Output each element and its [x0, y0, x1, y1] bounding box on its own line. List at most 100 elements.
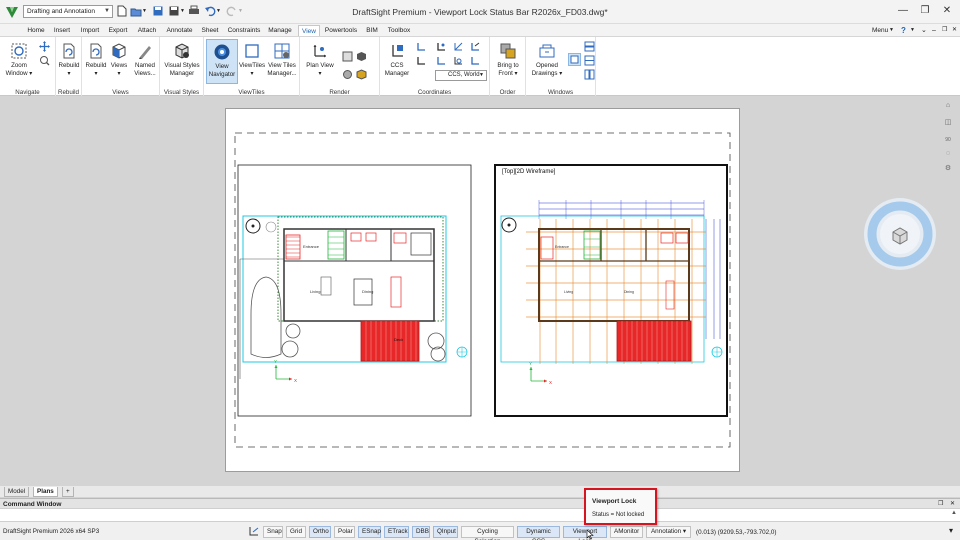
view-orbit-icon[interactable]: ◌: [942, 150, 954, 162]
open-file-icon[interactable]: [130, 5, 142, 17]
drawing-canvas[interactable]: Entrance Living Dining Deck X Y [Top][2D…: [0, 96, 960, 486]
status-snap-button[interactable]: Snap: [263, 526, 283, 538]
zoom-realtime-icon[interactable]: [39, 55, 50, 66]
plan-view-button[interactable]: Plan View ▾: [303, 39, 337, 77]
view-tiles-manager-button[interactable]: View Tiles Manager...: [266, 39, 298, 77]
command-window-float-icon[interactable]: ❐: [938, 500, 943, 507]
minimize-icon[interactable]: —: [896, 4, 910, 18]
tab-bim[interactable]: BIM: [362, 25, 382, 36]
undo-icon[interactable]: [204, 5, 216, 17]
command-scroll-icon[interactable]: ▲: [951, 510, 957, 516]
viewport-left[interactable]: [237, 164, 472, 417]
workspace-select[interactable]: Drafting and Annotation ▼: [23, 5, 113, 18]
pan-icon[interactable]: [39, 41, 50, 52]
status-viewport-lock-button[interactable]: Viewport Lock: [563, 526, 607, 540]
views-button[interactable]: Views ▾: [108, 39, 130, 77]
ccs-icon-5[interactable]: [416, 55, 427, 66]
tab-import[interactable]: Import: [77, 25, 103, 36]
visual-styles-manager-button[interactable]: Visual Styles Manager: [162, 39, 202, 77]
menu-chevron-icon[interactable]: ▼: [889, 25, 894, 36]
status-esnap-button[interactable]: ESnap: [358, 526, 381, 538]
view-settings-icon[interactable]: ⚙: [942, 164, 954, 176]
help-icon[interactable]: ?: [901, 25, 906, 36]
tab-attach[interactable]: Attach: [134, 25, 160, 36]
status-bar-menu-icon[interactable]: ▾: [949, 526, 953, 535]
tile-horizontal-icon[interactable]: [584, 41, 595, 52]
tab-annotate[interactable]: Annotate: [163, 25, 196, 36]
collapse-ribbon-icon[interactable]: ⌄: [921, 25, 927, 36]
ccs-manager-button[interactable]: CCS Manager: [382, 39, 412, 77]
status-dbb-button[interactable]: DBB: [412, 526, 430, 538]
add-layout-button[interactable]: +: [62, 487, 74, 497]
tab-export[interactable]: Export: [105, 25, 131, 36]
zoom-window-button[interactable]: Zoom Window ▾: [4, 39, 34, 77]
doc-minimize-icon[interactable]: –: [932, 25, 936, 36]
tab-home[interactable]: Home: [24, 25, 48, 36]
paper-sheet[interactable]: Entrance Living Dining Deck X Y [Top][2D…: [225, 108, 740, 472]
status-annotation-button[interactable]: Annotation ▾: [646, 526, 691, 538]
view-navigator-button[interactable]: View Navigator: [206, 39, 238, 84]
close-icon[interactable]: ✕: [940, 4, 954, 18]
ccs-toggle-icon[interactable]: [248, 526, 259, 537]
tab-constraints[interactable]: Constraints: [225, 25, 263, 36]
save-as-icon[interactable]: [168, 5, 180, 17]
viewport-right[interactable]: [494, 164, 728, 417]
command-window-close-icon[interactable]: ✕: [950, 500, 955, 507]
status-qinput-button[interactable]: QInput: [433, 526, 458, 538]
save-icon[interactable]: [152, 5, 164, 17]
render-style-icon-2[interactable]: [356, 51, 367, 62]
doc-close-icon[interactable]: ✕: [952, 25, 957, 36]
tab-manage[interactable]: Manage: [266, 25, 294, 36]
draftsight-logo-icon[interactable]: [4, 4, 20, 20]
ccs-icon-7[interactable]: [453, 55, 464, 66]
tab-sheet[interactable]: Sheet: [199, 25, 221, 36]
ccs-icon-2[interactable]: [436, 41, 447, 52]
tab-powertools[interactable]: Powertools: [323, 25, 359, 36]
tab-insert[interactable]: Insert: [51, 25, 73, 36]
status-cycling-selection-button[interactable]: Cycling Selection: [461, 526, 514, 540]
render-style-icon-3[interactable]: [342, 69, 353, 80]
help-chevron-icon[interactable]: ▼: [910, 25, 915, 36]
named-views-button[interactable]: Named Views...: [131, 39, 159, 77]
home-view-icon[interactable]: ⌂: [942, 102, 954, 114]
rebuild-button[interactable]: Rebuild ▾: [57, 39, 81, 77]
redo-dropdown-chevron-icon[interactable]: ▼: [238, 5, 250, 17]
tab-toolbox[interactable]: Toolbox: [385, 25, 413, 36]
ccs-icon-8[interactable]: [470, 55, 481, 66]
layout-tab-plans[interactable]: Plans: [33, 487, 58, 497]
opened-drawings-button[interactable]: Opened Drawings ▾: [529, 39, 565, 77]
ccs-icon-1[interactable]: [416, 41, 427, 52]
ccs-select[interactable]: CCS, World ▼: [435, 70, 487, 81]
arrange-icons-icon[interactable]: [584, 69, 595, 80]
ccs-icon-3[interactable]: [453, 41, 464, 52]
cascade-windows-icon[interactable]: [568, 53, 581, 66]
status-etrack-button[interactable]: ETrack: [384, 526, 409, 538]
command-input[interactable]: ▲: [0, 509, 960, 521]
layout-tab-model[interactable]: Model: [4, 487, 30, 497]
status-dynamic-ccs-button[interactable]: Dynamic CCS: [517, 526, 560, 540]
status-ortho-button[interactable]: Ortho: [309, 526, 331, 538]
new-file-icon[interactable]: [116, 5, 128, 17]
print-icon[interactable]: [188, 5, 200, 17]
sheet-drawing: Entrance Living Dining Deck X Y [Top][2D…: [234, 132, 731, 448]
status-polar-button[interactable]: Polar: [334, 526, 355, 538]
rebuild-all-button[interactable]: Rebuild ▾: [84, 39, 108, 77]
ccs-icon-4[interactable]: [470, 41, 481, 52]
render-style-icon-4[interactable]: [356, 69, 367, 80]
fit-view-icon[interactable]: ◫: [942, 118, 954, 130]
doc-restore-icon[interactable]: ❐: [942, 25, 947, 36]
ccs-icon-6[interactable]: [436, 55, 447, 66]
menu-button[interactable]: Menu: [872, 25, 888, 36]
bring-to-front-button[interactable]: Bring to Front ▾: [492, 39, 524, 77]
viewtiles-button[interactable]: ViewTiles ▾: [239, 39, 265, 77]
redo-icon[interactable]: [226, 5, 238, 17]
visual-styles-label-1: Visual Styles: [164, 62, 200, 69]
restore-icon[interactable]: ❐: [918, 4, 932, 18]
render-style-icon-1[interactable]: [342, 51, 353, 62]
zoom-level-indicator[interactable]: 90: [942, 134, 954, 146]
view-navigator-cube[interactable]: [862, 196, 938, 272]
tile-vertical-icon[interactable]: [584, 55, 595, 66]
status-grid-button[interactable]: Grid: [286, 526, 306, 538]
status-amonitor-button[interactable]: AMonitor: [610, 526, 643, 538]
tab-view[interactable]: View: [298, 25, 320, 36]
